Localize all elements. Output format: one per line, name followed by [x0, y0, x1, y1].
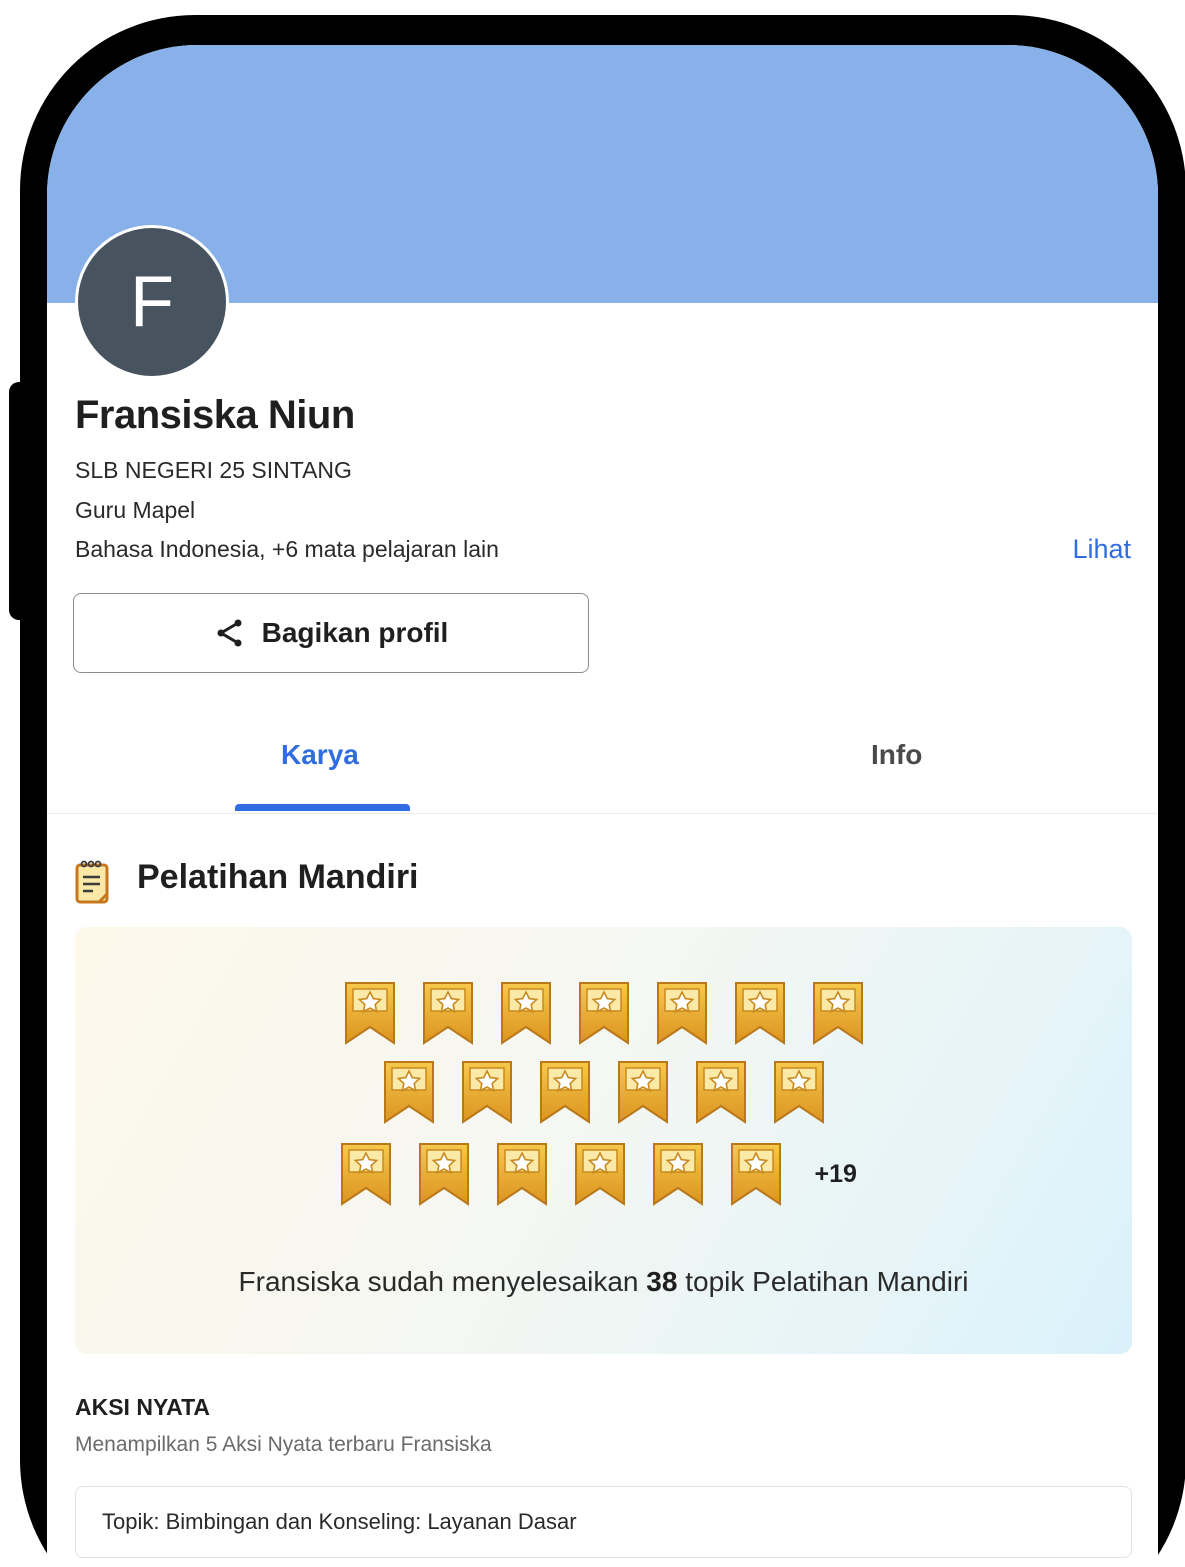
training-summary: Fransiska sudah menyelesaikan 38 topik P… [75, 1266, 1132, 1298]
summary-prefix: Fransiska sudah menyelesaikan [238, 1266, 647, 1297]
aksi-nyata-item-label: Topik: Bimbingan dan Konseling: Layanan … [102, 1509, 577, 1534]
see-subjects-link[interactable]: Lihat [1072, 534, 1131, 565]
achievement-badge-icon [343, 981, 397, 1045]
share-icon [217, 619, 242, 647]
phone-screen: F Fransiska Niun SLB NEGERI 25 SINTANG G… [47, 45, 1158, 1567]
notebook-icon [75, 860, 109, 904]
tab-karya[interactable]: Karya [281, 739, 359, 771]
profile-name: Fransiska Niun [75, 393, 355, 437]
aksi-nyata-title: AKSI NYATA [75, 1394, 211, 1420]
share-profile-label: Bagikan profil [261, 617, 449, 648]
share-profile-button[interactable]: Bagikan profil [73, 593, 589, 673]
achievement-badge-icon [729, 1142, 783, 1206]
achievement-badge-icon [811, 981, 865, 1045]
app-screenshot: F Fransiska Niun SLB NEGERI 25 SINTANG G… [0, 0, 1185, 1567]
profile-tabs: Karya Info [47, 705, 1158, 814]
aksi-nyata-item[interactable]: Topik: Bimbingan dan Konseling: Layanan … [75, 1486, 1132, 1558]
badge-row [75, 981, 1132, 1045]
aksi-nyata-subtitle: Menampilkan 5 Aksi Nyata terbaru Fransis… [75, 1433, 492, 1456]
badge-row: +19 [75, 1142, 1132, 1206]
achievement-badge-icon [577, 981, 631, 1045]
achievement-badge-icon [339, 1142, 393, 1206]
achievement-badge-icon [772, 1060, 826, 1124]
achievement-badge-icon [655, 981, 709, 1045]
achievement-badge-icon [417, 1142, 471, 1206]
achievement-badge-icon [421, 981, 475, 1045]
achievement-badge-icon [616, 1060, 670, 1124]
profile-subjects: Bahasa Indonesia, +6 mata pelajaran lain [75, 536, 499, 562]
tab-info[interactable]: Info [871, 739, 922, 771]
section-title: Pelatihan Mandiri [137, 858, 419, 896]
achievement-badge-icon [499, 981, 553, 1045]
achievement-badge-icon [573, 1142, 627, 1206]
summary-count: 38 [646, 1266, 678, 1297]
badges-card: +19 Fransiska sudah menyelesaikan 38 top… [75, 927, 1132, 1354]
achievement-badge-icon [495, 1142, 549, 1206]
achievement-badge-icon [733, 981, 787, 1045]
more-badges-count: +19 [814, 1159, 857, 1188]
active-tab-indicator [235, 804, 410, 811]
achievement-badge-icon [460, 1060, 514, 1124]
badge-row [75, 1060, 1132, 1124]
achievement-badge-icon [538, 1060, 592, 1124]
achievement-badge-icon [382, 1060, 436, 1124]
achievement-badge-icon [694, 1060, 748, 1124]
achievement-badge-icon [651, 1142, 705, 1206]
summary-suffix: topik Pelatihan Mandiri [677, 1266, 969, 1297]
profile-role: Guru Mapel [75, 497, 196, 523]
avatar: F [75, 225, 229, 379]
school-name: SLB NEGERI 25 SINTANG [75, 457, 352, 483]
